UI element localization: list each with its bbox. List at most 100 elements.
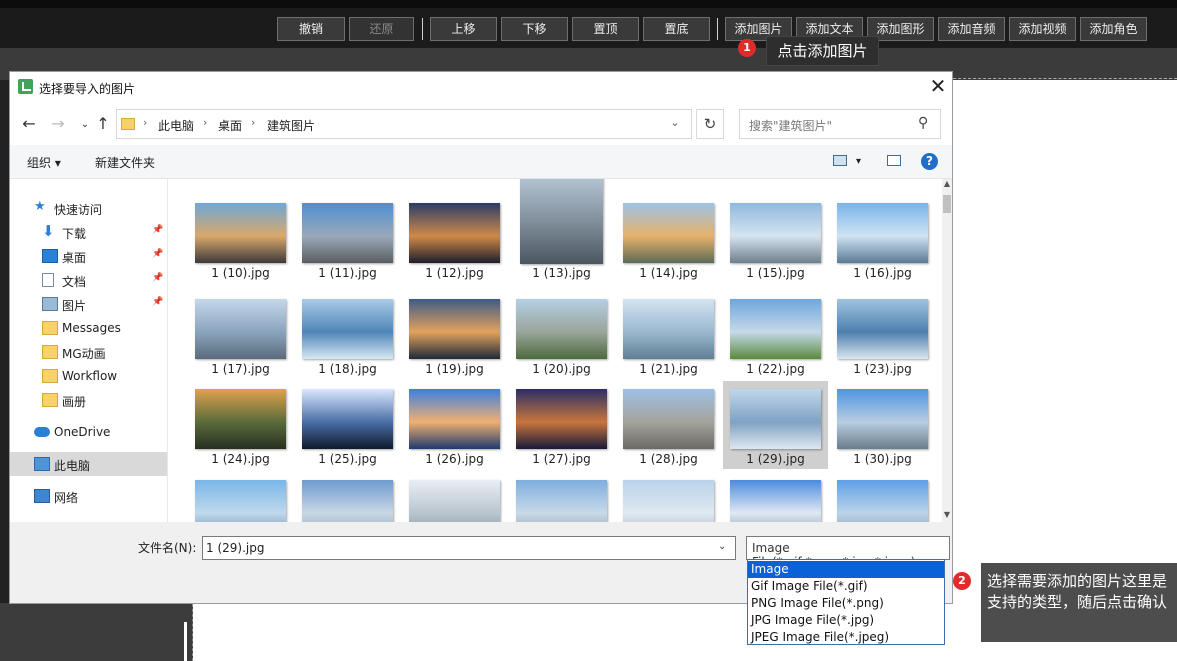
file-thumbnail[interactable]: 1 (11).jpg xyxy=(295,195,400,283)
view-options-icon[interactable] xyxy=(833,155,847,166)
send-to-back-button[interactable]: 置底 xyxy=(643,17,710,41)
pin-icon[interactable]: 📌 xyxy=(152,273,163,283)
bring-to-front-button[interactable]: 置顶 xyxy=(572,17,639,41)
file-thumbnail[interactable]: 1 (23).jpg xyxy=(830,291,935,379)
file-thumbnail[interactable] xyxy=(616,472,721,522)
image-preview xyxy=(195,480,286,522)
breadcrumb-separator: › xyxy=(251,116,256,129)
left-panel xyxy=(0,603,193,661)
file-thumbnail[interactable]: 1 (14).jpg xyxy=(616,195,721,283)
pin-icon[interactable]: 📌 xyxy=(152,249,163,259)
image-preview xyxy=(837,389,928,449)
sidebar-item[interactable]: 画册 xyxy=(10,388,167,412)
file-thumbnail[interactable]: 1 (26).jpg xyxy=(402,381,507,469)
file-name-label: 1 (15).jpg xyxy=(746,266,805,280)
sidebar-item[interactable]: OneDrive xyxy=(10,420,167,444)
file-thumbnail[interactable]: 1 (17).jpg xyxy=(188,291,293,379)
view-menu-chevron-icon[interactable]: ▾ xyxy=(856,156,861,167)
sidebar-item[interactable]: 网络 xyxy=(10,484,167,508)
toolbar-separator xyxy=(717,18,718,40)
address-bar[interactable]: › 此电脑 › 桌面 › 建筑图片 ⌄ xyxy=(116,109,692,139)
folder-icon xyxy=(42,321,58,335)
file-type-option[interactable]: JPEG Image File(*.jpeg) xyxy=(748,629,944,646)
file-thumbnail[interactable]: 1 (13).jpg xyxy=(509,179,614,283)
up-arrow-icon[interactable]: ↑ xyxy=(93,114,113,134)
file-thumbnail[interactable] xyxy=(295,472,400,522)
file-thumbnail[interactable]: 1 (22).jpg xyxy=(723,291,828,379)
file-thumbnail[interactable]: 1 (12).jpg xyxy=(402,195,507,283)
file-thumbnail[interactable] xyxy=(509,472,614,522)
close-icon[interactable]: ✕ xyxy=(926,76,950,98)
image-preview xyxy=(623,389,714,449)
file-thumbnail[interactable] xyxy=(830,472,935,522)
file-thumbnail[interactable]: 1 (21).jpg xyxy=(616,291,721,379)
new-folder-button[interactable]: 新建文件夹 xyxy=(95,154,155,171)
file-thumbnail[interactable]: 1 (18).jpg xyxy=(295,291,400,379)
file-thumbnail[interactable]: 1 (20).jpg xyxy=(509,291,614,379)
move-up-button[interactable]: 上移 xyxy=(430,17,497,41)
file-thumbnail[interactable]: 1 (19).jpg xyxy=(402,291,507,379)
sidebar-item-label: 图片 xyxy=(62,299,87,313)
scroll-up-icon[interactable]: ▲ xyxy=(942,179,952,188)
file-thumbnail[interactable]: 1 (29).jpg xyxy=(723,381,828,469)
file-thumbnail[interactable]: 1 (30).jpg xyxy=(830,381,935,469)
file-thumbnail[interactable] xyxy=(723,472,828,522)
file-thumbnail[interactable]: 1 (16).jpg xyxy=(830,195,935,283)
add-audio-button[interactable]: 添加音频 xyxy=(938,17,1005,41)
sidebar-item[interactable]: MG动画 xyxy=(10,340,167,364)
pin-icon[interactable]: 📌 xyxy=(152,225,163,235)
forward-arrow-icon[interactable]: → xyxy=(48,114,68,134)
file-thumbnail[interactable]: 1 (24).jpg xyxy=(188,381,293,469)
preview-pane-icon[interactable] xyxy=(887,155,901,166)
sidebar-item[interactable]: ⬇ 下载 📌 xyxy=(10,220,167,244)
file-name-label: 1 (28).jpg xyxy=(639,452,698,466)
file-type-select[interactable]: Image File(*.gif;*.png;*.jpg;*.jpeg) xyxy=(746,536,950,569)
search-icon[interactable]: ⚲ xyxy=(918,115,928,131)
add-video-button[interactable]: 添加视频 xyxy=(1009,17,1076,41)
sidebar-item[interactable]: 图片 📌 xyxy=(10,292,167,316)
file-thumbnail[interactable] xyxy=(402,472,507,522)
file-type-dropdown: Image File(*.gif;*.png;*.jpg;*.jpeg) Gif … xyxy=(747,559,945,645)
breadcrumb-building-pictures[interactable]: 建筑图片 xyxy=(267,117,315,134)
file-name-field[interactable]: 1 (29).jpg ⌄ xyxy=(202,536,736,560)
pin-icon[interactable]: 📌 xyxy=(152,297,163,307)
file-type-option[interactable]: JPG Image File(*.jpg) xyxy=(748,612,944,629)
refresh-icon[interactable]: ↻ xyxy=(696,109,724,139)
move-down-button[interactable]: 下移 xyxy=(501,17,568,41)
scrollbar-thumb[interactable] xyxy=(943,195,951,213)
chevron-down-icon[interactable]: ⌄ xyxy=(718,541,726,552)
sidebar-item[interactable]: 文档 📌 xyxy=(10,268,167,292)
file-type-option[interactable]: Gif Image File(*.gif) xyxy=(748,578,944,595)
step-callout-2: 选择需要添加的图片这里是支持的类型，随后点击确认 xyxy=(981,563,1177,642)
image-preview xyxy=(195,389,286,449)
add-character-button[interactable]: 添加角色 xyxy=(1080,17,1147,41)
file-thumbnail[interactable]: 1 (27).jpg xyxy=(509,381,614,469)
file-thumbnail[interactable]: 1 (10).jpg xyxy=(188,195,293,283)
search-input[interactable]: 搜索"建筑图片" ⚲ xyxy=(739,109,941,139)
chevron-down-icon[interactable]: ⌄ xyxy=(665,116,685,129)
image-preview xyxy=(409,389,500,449)
organize-menu[interactable]: 组织 ▾ xyxy=(27,154,61,171)
sidebar-item[interactable]: Workflow xyxy=(10,364,167,388)
file-thumbnail[interactable]: 1 (15).jpg xyxy=(723,195,828,283)
sidebar-item[interactable]: 桌面 📌 xyxy=(10,244,167,268)
file-thumbnail[interactable] xyxy=(188,472,293,522)
redo-button[interactable]: 还原 xyxy=(349,17,414,41)
chevron-down-icon[interactable]: ⌄ xyxy=(75,115,95,135)
back-arrow-icon[interactable]: ← xyxy=(19,114,39,134)
breadcrumb-desktop[interactable]: 桌面 xyxy=(218,117,242,134)
undo-button[interactable]: 撤销 xyxy=(277,17,345,41)
sidebar-item[interactable]: 此电脑 xyxy=(10,452,167,476)
file-type-option[interactable]: PNG Image File(*.png) xyxy=(748,595,944,612)
sidebar-item[interactable]: Messages xyxy=(10,316,167,340)
file-thumbnail[interactable]: 1 (25).jpg xyxy=(295,381,400,469)
file-name-label: 1 (13).jpg xyxy=(532,266,591,280)
vertical-scrollbar[interactable]: ▲ ▼ xyxy=(942,179,952,522)
sidebar-item[interactable]: ★ 快速访问 xyxy=(10,196,167,220)
file-thumbnail[interactable]: 1 (28).jpg xyxy=(616,381,721,469)
breadcrumb-this-pc[interactable]: 此电脑 xyxy=(158,117,194,134)
help-icon[interactable]: ? xyxy=(921,153,938,170)
scroll-down-icon[interactable]: ▼ xyxy=(942,510,952,519)
file-type-option[interactable]: Image File(*.gif;*.png;*.jpg;*.jpeg) xyxy=(748,561,944,593)
folder-icon xyxy=(121,118,135,130)
